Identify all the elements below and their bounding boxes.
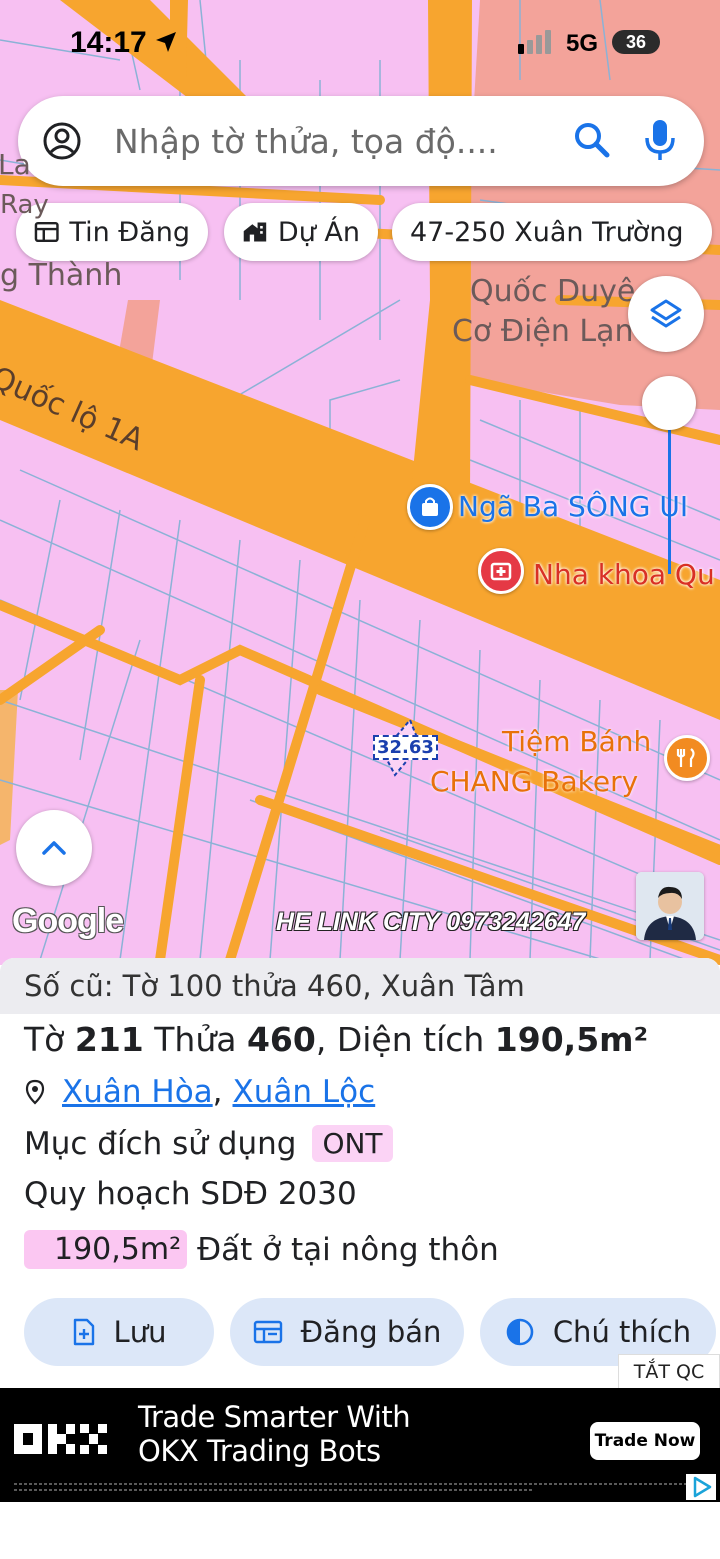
fork-knife-icon [676,748,695,767]
network-type: 5G [566,30,599,57]
planning-label: Quy hoạch SDĐ 2030 [24,1176,357,1212]
listing-icon [253,1320,282,1344]
land-map[interactable]: 14:17 5G 36 Tin Đ [0,0,720,965]
layers-icon [650,299,682,328]
hide-ads-button[interactable]: TẮT QC [618,1354,720,1390]
search-input[interactable] [114,114,554,168]
medical-icon[interactable] [478,548,524,594]
cross-glyph-icon [490,562,512,581]
legend-label: Chú thích [552,1315,692,1349]
land-use-badge: ONT [312,1125,393,1162]
parcel-summary: Tờ 211 Thửa 460, Diện tích 190,5m² [24,1020,648,1059]
chip-projects[interactable]: Dự Án [224,203,378,261]
location-arrow-icon [156,32,176,52]
map-pin-icon [25,1079,45,1105]
search-bar[interactable] [18,96,704,186]
opacity-slider-thumb[interactable] [642,376,696,430]
district-link[interactable]: Xuân Lộc [233,1074,376,1110]
google-logo: Google [12,902,124,940]
chip-parcel-ref[interactable]: 47-250 Xuân Trường [392,203,712,261]
area-value: 190,5m² [494,1020,649,1059]
ad-choices-icon[interactable] [686,1474,716,1500]
chip-listings-label: Tin Đăng [69,216,190,248]
map-label-poi[interactable]: CHANG Bakery [430,762,638,802]
map-label-poi: Quốc Duyê [470,274,636,309]
restaurant-icon[interactable] [664,735,710,781]
signal-icon [518,30,551,54]
bottom-safe-area [0,1502,720,1559]
advertisement-banner[interactable]: Trade Smarter With OKX Trading Bots Trad… [0,1388,720,1502]
status-time: 14:17 [70,26,147,59]
agent-avatar[interactable] [636,872,704,940]
sheet-label: Tờ [24,1020,65,1059]
okx-logo-icon [14,1424,107,1454]
post-sale-button[interactable]: Đăng bán [230,1298,464,1366]
chevron-up-icon [42,841,66,855]
file-add-icon [73,1318,94,1346]
battery-indicator: 36 [612,30,660,54]
buildings-icon [243,222,267,242]
location-separator: , [212,1074,223,1110]
search-icon[interactable] [570,118,614,162]
contrast-icon [506,1318,534,1346]
person-photo-icon [636,872,704,940]
land-use-row: Mục đích sử dụng ONT [24,1125,393,1162]
account-icon[interactable] [42,121,82,161]
map-label-partial: La [0,148,31,181]
post-sale-label: Đăng bán [300,1315,442,1349]
save-button[interactable]: Lưu [24,1298,214,1366]
zoning-type: Đất ở tại nông thôn [197,1231,499,1268]
ad-line-1: Trade Smarter With [138,1400,411,1434]
area-label: , Diện tích [315,1020,485,1059]
map-label-poi[interactable]: Nha khoa Qu [533,558,715,591]
ad-disclaimer-lines [14,1483,686,1491]
old-parcel-number: Số cũ: Tờ 100 thửa 460, Xuân Tâm [0,958,720,1014]
map-label-poi[interactable]: Tiệm Bánh [502,722,651,762]
map-label-partial: g Thành [0,258,123,293]
sheet-number: 211 [74,1020,144,1059]
microphone-icon[interactable] [640,116,680,164]
shopping-bag-icon[interactable] [407,484,453,530]
layers-button[interactable] [628,276,704,352]
plot-number: 460 [246,1020,316,1059]
chip-parcel-ref-label: 47-250 Xuân Trường [410,216,684,248]
save-label: Lưu [113,1315,167,1349]
watermark-text: HE LINK CITY 0973242647 [276,908,586,936]
status-bar: 14:17 5G 36 [0,0,720,86]
location-row: Xuân Hòa , Xuân Lộc [24,1074,375,1110]
map-label-poi: Cơ Điện Lạn [452,314,634,349]
parcel-area-tag[interactable]: 32.63 [373,735,438,760]
bag-glyph-icon [422,497,438,516]
map-label-partial: Ray [0,190,49,220]
land-use-label: Mục đích sử dụng [24,1125,297,1162]
ad-headline: Trade Smarter With OKX Trading Bots [138,1400,411,1468]
ad-line-2: OKX Trading Bots [138,1434,381,1468]
plot-label: Thửa [154,1020,237,1059]
ad-cta-button[interactable]: Trade Now [590,1422,700,1460]
map-label-poi[interactable]: Ngã Ba SÔNG UI [458,490,688,523]
newspaper-icon [34,221,59,243]
expand-button[interactable] [16,810,92,886]
zoning-area-value: 190,5m² [24,1230,188,1269]
commune-link[interactable]: Xuân Hòa [62,1074,213,1110]
zoning-area-row: 190,5m² Đất ở tại nông thôn [24,1230,499,1269]
chip-projects-label: Dự Án [277,216,360,248]
